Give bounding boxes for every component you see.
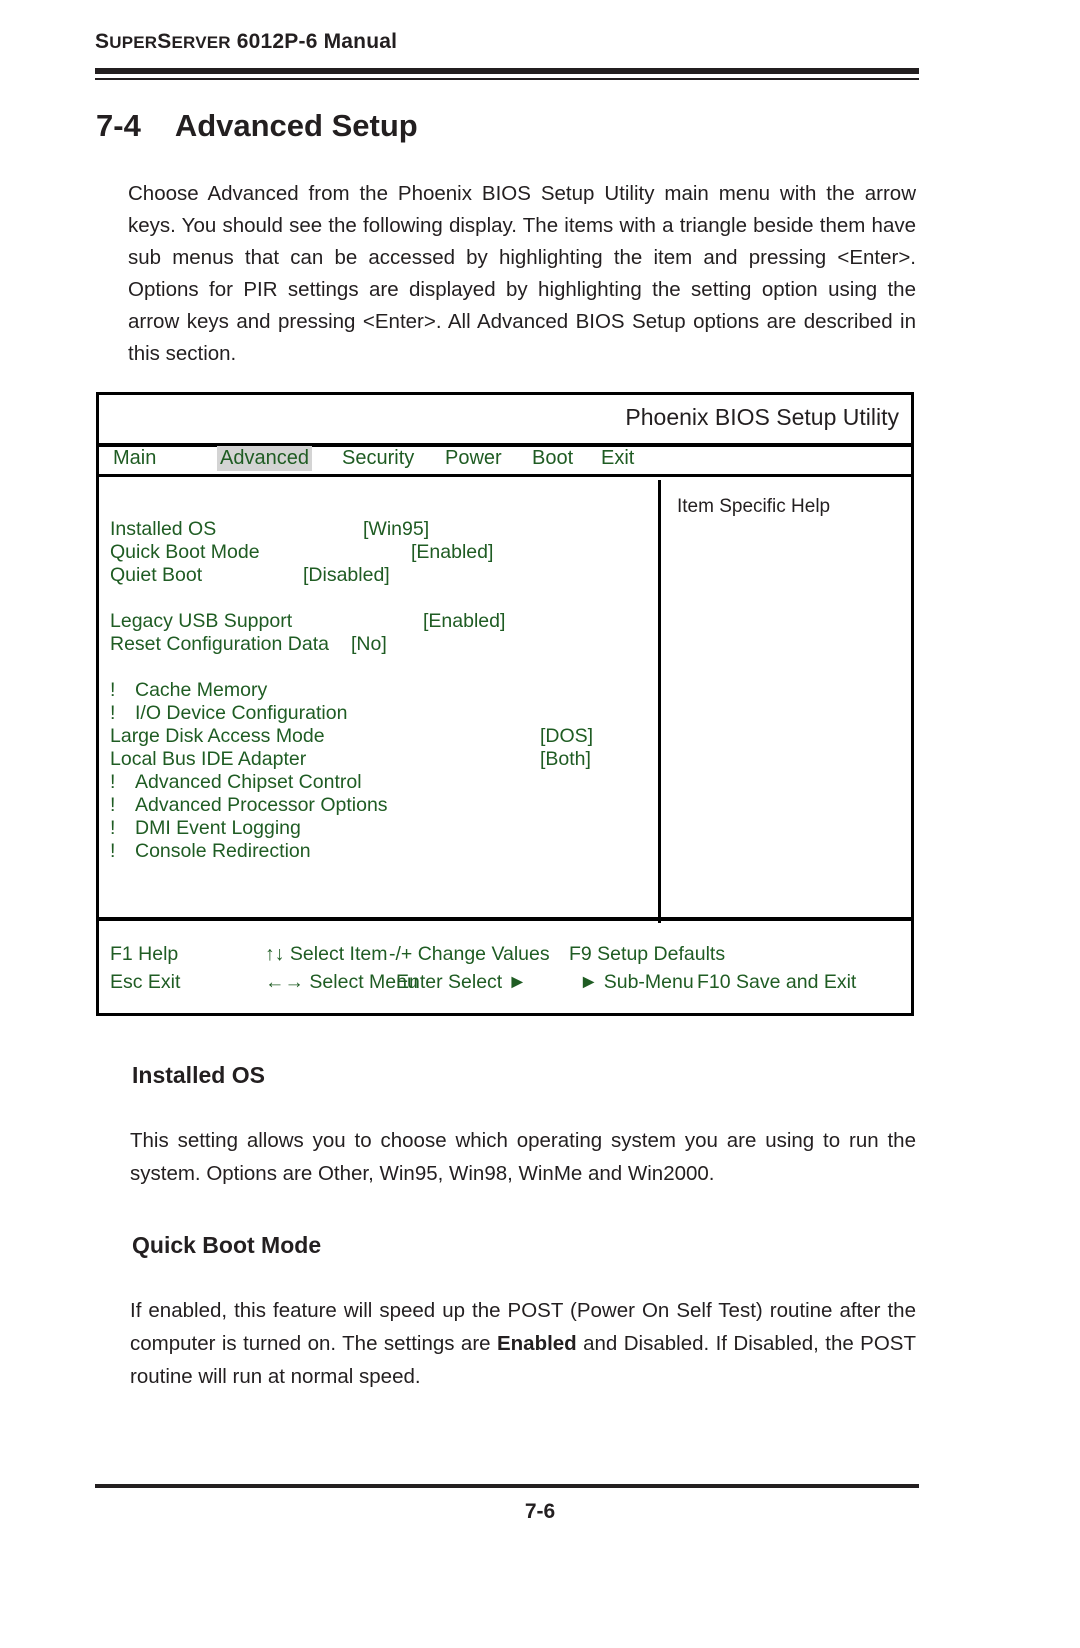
- bios-setting-value[interactable]: [Win95]: [363, 518, 429, 541]
- section-heading: 7-4 Advanced Setup: [96, 108, 418, 144]
- bios-key-hint: F9 Setup Defaults: [569, 943, 726, 965]
- bios-setting-label: Large Disk Access Mode: [110, 725, 325, 747]
- bios-setting-label: Advanced Chipset Control: [135, 771, 362, 793]
- bios-setting-row[interactable]: Local Bus IDE Adapter [Both]: [99, 748, 658, 771]
- submenu-triangle-icon: !: [110, 702, 116, 724]
- item-specific-help-title: Item Specific Help: [677, 496, 831, 517]
- submenu-triangle-icon: !: [110, 771, 116, 793]
- bios-setting-row[interactable]: Installed OS [Win95]: [99, 518, 658, 541]
- bios-setting-label: Advanced Processor Options: [135, 794, 388, 816]
- bios-setting-row[interactable]: ! Cache Memory: [99, 679, 658, 702]
- running-head-s1: S: [95, 30, 110, 53]
- bios-setting-value[interactable]: [DOS]: [540, 725, 593, 748]
- submenu-triangle-icon: !: [110, 679, 116, 701]
- section-title: Advanced Setup: [174, 108, 418, 143]
- bios-utility-title: Phoenix BIOS Setup Utility: [625, 404, 899, 430]
- bios-key-hint: ► Sub-Menu: [579, 971, 694, 993]
- running-head-server: ERVER: [171, 33, 231, 52]
- running-head-model: 6012P-6 Manual: [230, 30, 398, 53]
- bios-setting-row[interactable]: ! DMI Event Logging: [99, 817, 658, 840]
- bios-key-help-row-1: F1 Help ↑↓ Select Item -/+ Change Values F9…: [99, 943, 911, 969]
- page-number: 7-6: [524, 1500, 556, 1523]
- bios-tab-advanced[interactable]: Advanced: [217, 446, 312, 471]
- subheading-quick-boot-mode: Quick Boot Mode: [132, 1232, 322, 1258]
- bios-key-hint: ↑↓ Select Item: [265, 943, 388, 965]
- header-rule-thin: [95, 78, 919, 80]
- bios-tab-exit[interactable]: Exit: [598, 446, 637, 471]
- bios-setting-value[interactable]: [No]: [351, 633, 387, 656]
- bios-setting-value[interactable]: [Enabled]: [423, 610, 505, 633]
- bios-setting-row[interactable]: ! Advanced Processor Options: [99, 794, 658, 817]
- bios-setting-value[interactable]: [Enabled]: [411, 541, 493, 564]
- subheading-installed-os: Installed OS: [132, 1062, 265, 1088]
- bios-setting-label: Installed OS: [110, 518, 217, 540]
- bios-setting-row[interactable]: Large Disk Access Mode [DOS]: [99, 725, 658, 748]
- bios-key-hint: Enter Select ►: [396, 971, 527, 993]
- submenu-triangle-icon: !: [110, 817, 116, 839]
- running-head-s2: S: [157, 30, 172, 53]
- bios-setting-label: Quiet Boot: [110, 564, 203, 586]
- bios-tab-main[interactable]: Main: [110, 446, 159, 471]
- bios-setting-label: Reset Configuration Data: [110, 633, 329, 655]
- bios-settings-list: Installed OS [Win95] Quick Boot Mode [Enabl…: [99, 518, 658, 863]
- bios-setting-label: I/O Device Configuration: [135, 702, 348, 724]
- bios-setting-row[interactable]: Quick Boot Mode [Enabled]: [99, 541, 658, 564]
- bios-setting-row[interactable]: Legacy USB Support [Enabled]: [99, 610, 658, 633]
- bios-help-pane: Item Specific Help: [661, 480, 911, 923]
- manual-page: SUPERSERVER 6012P-6 Manual 7-4 Advanced S…: [0, 0, 1080, 1648]
- bios-tab-boot[interactable]: Boot: [529, 446, 576, 471]
- submenu-triangle-icon: !: [110, 840, 116, 862]
- bios-setting-value[interactable]: [Disabled]: [303, 564, 390, 587]
- submenu-triangle-icon: !: [110, 794, 116, 816]
- section-number: 7-4: [96, 108, 141, 143]
- bios-setting-label: Cache Memory: [135, 679, 268, 701]
- bios-key-hint: F1 Help: [110, 943, 179, 965]
- bios-setting-value[interactable]: [Both]: [540, 748, 591, 771]
- bios-setting-row[interactable]: ! Advanced Chipset Control: [99, 771, 658, 794]
- bios-tabs: Main Advanced Security Power Boot Exit: [99, 446, 911, 474]
- bios-screen: Phoenix BIOS Setup Utility Main Advanced S…: [96, 392, 914, 1016]
- bios-key-help-bar: F1 Help ↑↓ Select Item -/+ Change Values F9…: [99, 917, 911, 1013]
- bios-setting-label: Quick Boot Mode: [110, 541, 260, 563]
- intro-paragraph: Choose Advanced from the Phoenix BIOS Se…: [128, 182, 916, 365]
- bios-title-bar: Phoenix BIOS Setup Utility: [99, 395, 911, 447]
- bios-setting-row[interactable]: ! I/O Device Configuration: [99, 702, 658, 725]
- bios-body: Installed OS [Win95] Quick Boot Mode [Enabl…: [99, 480, 911, 923]
- bios-key-hint: F10 Save and Exit: [697, 971, 857, 993]
- bios-setting-label: Local Bus IDE Adapter: [110, 748, 307, 770]
- body-quick-boot-mode: If enabled, this feature will speed up t…: [130, 1294, 916, 1393]
- bios-menu-bar: Main Advanced Security Power Boot Exit: [99, 446, 911, 477]
- running-head: SUPERSERVER 6012P-6 Manual: [95, 30, 925, 54]
- bios-setting-row[interactable]: Quiet Boot [Disabled]: [99, 564, 658, 587]
- bios-key-hint: ←→ Select Menu: [265, 971, 418, 993]
- bios-tab-security[interactable]: Security: [339, 446, 417, 471]
- bios-setting-label: Legacy USB Support: [110, 610, 293, 632]
- bios-key-help-row-2: Esc Exit ←→ Select Menu Enter Select ► ► Su…: [99, 971, 911, 997]
- header-rule-thick: [95, 68, 919, 74]
- bios-settings-pane: Installed OS [Win95] Quick Boot Mode [Enabl…: [99, 480, 661, 923]
- bios-tab-power[interactable]: Power: [442, 446, 505, 471]
- bios-setting-spacer: [99, 587, 658, 610]
- bios-setting-spacer: [99, 656, 658, 679]
- footer-rule: [95, 1484, 919, 1488]
- bios-setting-row[interactable]: ! Console Redirection: [99, 840, 658, 863]
- bios-setting-row[interactable]: Reset Configuration Data [No]: [99, 633, 658, 656]
- running-head-super: UPER: [109, 33, 158, 52]
- body-installed-os: This setting allows you to choose which …: [130, 1129, 916, 1185]
- bios-key-hint: Esc Exit: [110, 971, 181, 993]
- bios-setting-label: DMI Event Logging: [135, 817, 301, 839]
- body-quick-boot-bold: Enabled: [496, 1332, 577, 1355]
- bios-key-hint: -/+ Change Values: [389, 943, 550, 965]
- bios-setting-label: Console Redirection: [135, 840, 311, 862]
